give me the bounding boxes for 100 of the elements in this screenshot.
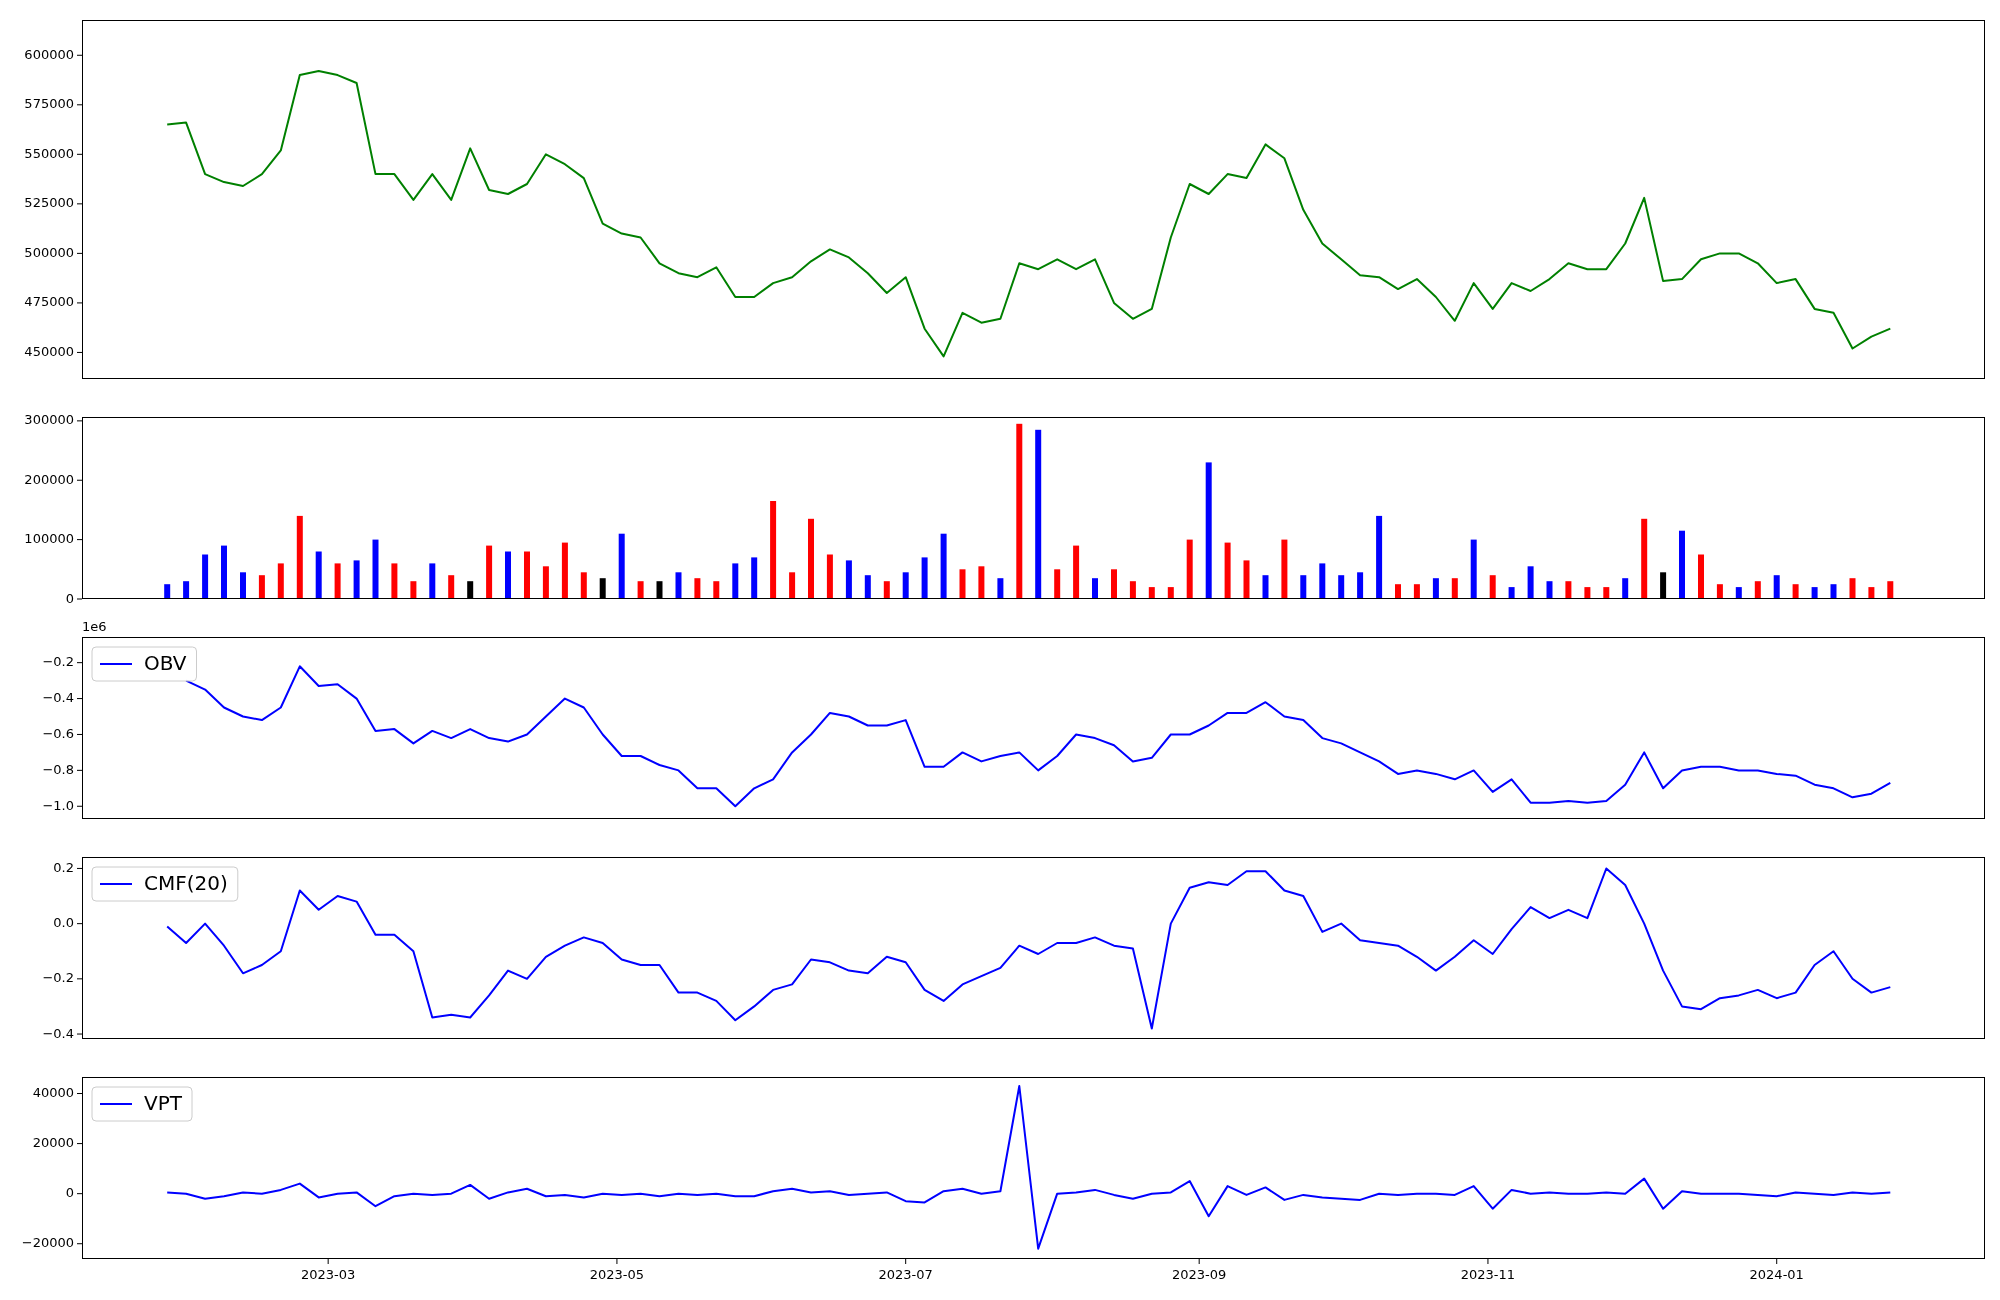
bar bbox=[1565, 581, 1572, 599]
bar bbox=[1281, 539, 1288, 599]
bar bbox=[1849, 578, 1856, 599]
bar bbox=[1584, 587, 1591, 599]
bar bbox=[240, 572, 246, 599]
bar bbox=[694, 578, 701, 599]
bar bbox=[505, 551, 511, 599]
bar bbox=[429, 563, 436, 599]
bar bbox=[1773, 575, 1780, 599]
bar bbox=[353, 560, 360, 599]
bar bbox=[258, 575, 265, 599]
tick-label: −0.4 bbox=[42, 690, 74, 706]
bar bbox=[637, 581, 644, 599]
bar bbox=[1868, 587, 1875, 599]
bar bbox=[751, 557, 758, 599]
tick-label: 0.2 bbox=[53, 859, 74, 875]
tick-label: 100000 bbox=[24, 531, 74, 547]
bar bbox=[1319, 563, 1326, 599]
bar bbox=[1830, 584, 1837, 599]
bar bbox=[183, 581, 190, 599]
bar bbox=[1262, 575, 1269, 599]
bar bbox=[1735, 587, 1742, 599]
bar bbox=[1679, 530, 1685, 599]
bar bbox=[1357, 572, 1364, 599]
bar bbox=[864, 575, 871, 599]
bar bbox=[1792, 584, 1799, 599]
tick-label: 550000 bbox=[24, 145, 74, 161]
tick-label: 0.0 bbox=[53, 915, 74, 931]
bar bbox=[1092, 578, 1098, 599]
bar bbox=[1527, 566, 1534, 599]
bar bbox=[372, 539, 379, 599]
tick-label: 450000 bbox=[24, 343, 74, 359]
tick-label: −0.4 bbox=[42, 1025, 74, 1041]
bar bbox=[1716, 584, 1723, 599]
bar bbox=[826, 554, 833, 599]
tick-label: 300000 bbox=[24, 412, 74, 428]
bar bbox=[486, 545, 493, 599]
tick-label: 2023-11 bbox=[1460, 1267, 1516, 1282]
bar bbox=[1111, 569, 1117, 599]
bar bbox=[202, 554, 209, 599]
bar bbox=[1811, 587, 1818, 599]
bar bbox=[524, 551, 530, 599]
tick-label: −0.8 bbox=[42, 761, 74, 777]
bar bbox=[561, 542, 568, 599]
bar bbox=[1413, 584, 1420, 599]
bar bbox=[1073, 545, 1080, 599]
bar bbox=[883, 581, 890, 599]
bar bbox=[1546, 581, 1553, 599]
tick-label: −20000 bbox=[21, 1235, 74, 1251]
bar bbox=[902, 572, 909, 599]
tick-label: −1.0 bbox=[42, 797, 74, 813]
bar bbox=[1129, 581, 1136, 599]
tick-label: 575000 bbox=[24, 96, 74, 112]
tick-label: 500000 bbox=[24, 244, 74, 260]
tick-label: 2023-09 bbox=[1172, 1267, 1227, 1282]
bar bbox=[448, 575, 455, 599]
axis-offset-label: 1e6 bbox=[82, 619, 107, 634]
bar bbox=[959, 569, 966, 599]
tick-label: −0.2 bbox=[42, 970, 74, 986]
bar bbox=[732, 563, 739, 599]
legend-label: CMF(20) bbox=[144, 870, 228, 895]
bar bbox=[1395, 584, 1401, 599]
tick-label: 2024-01 bbox=[1749, 1267, 1804, 1282]
bar bbox=[410, 581, 417, 599]
tick-label: 0 bbox=[65, 590, 74, 606]
bar bbox=[1754, 581, 1761, 599]
bar bbox=[1148, 587, 1155, 599]
bar bbox=[542, 566, 549, 599]
legend-label: VPT bbox=[144, 1090, 182, 1115]
bar bbox=[1887, 581, 1894, 599]
bar bbox=[1300, 575, 1307, 599]
bar bbox=[1338, 575, 1345, 599]
bar bbox=[277, 563, 284, 599]
bar bbox=[789, 572, 796, 599]
bar bbox=[1224, 542, 1231, 599]
bar bbox=[1622, 578, 1629, 599]
bar bbox=[1603, 587, 1610, 599]
bar bbox=[1451, 578, 1458, 599]
bar bbox=[164, 584, 171, 599]
tick-label: 2023-07 bbox=[878, 1267, 933, 1282]
bar bbox=[1186, 539, 1193, 599]
bar bbox=[1470, 539, 1477, 599]
legend-line-icon bbox=[99, 1103, 133, 1105]
bar bbox=[391, 563, 398, 599]
bar bbox=[618, 533, 625, 599]
bar bbox=[845, 560, 852, 599]
tick-label: 2023-03 bbox=[301, 1267, 356, 1282]
bar bbox=[580, 572, 587, 599]
tick-label: 475000 bbox=[24, 294, 74, 310]
bar bbox=[1167, 587, 1174, 599]
bar bbox=[713, 581, 720, 599]
bar bbox=[221, 545, 227, 599]
bar bbox=[997, 578, 1004, 599]
legend-label: OBV bbox=[144, 650, 187, 675]
legend-line-icon bbox=[99, 663, 133, 665]
legend-line-icon bbox=[99, 883, 133, 885]
tick-label: 0 bbox=[65, 1185, 74, 1201]
tick-label: 40000 bbox=[32, 1085, 74, 1100]
bar bbox=[978, 566, 985, 599]
tick-label: 525000 bbox=[24, 195, 74, 211]
